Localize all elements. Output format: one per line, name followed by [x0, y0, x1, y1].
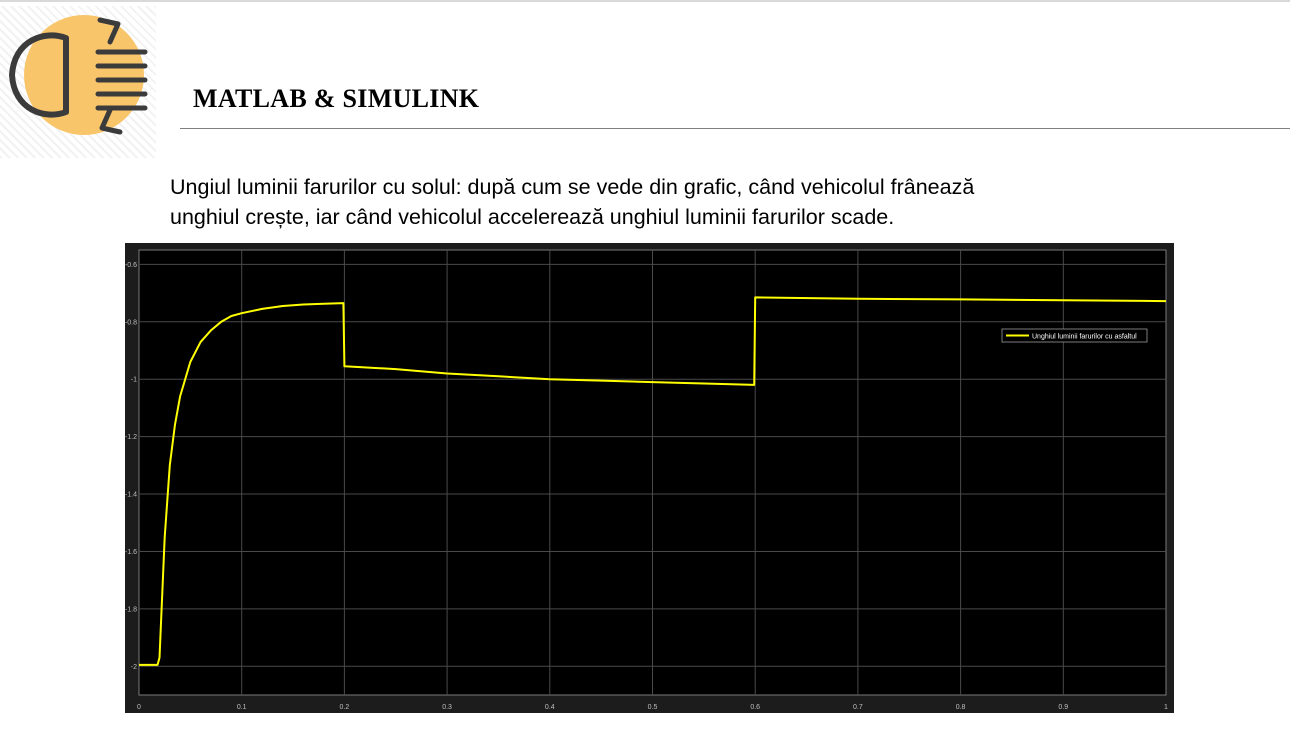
logo — [0, 6, 156, 158]
x-tick-label: 0.1 — [237, 704, 247, 711]
y-tick-label: -1.4 — [125, 492, 137, 499]
x-tick-label: 0.6 — [750, 704, 760, 711]
description-line-2: unghiul crește, iar când vehicolul accel… — [170, 205, 895, 229]
y-tick-label: -1.2 — [125, 434, 137, 441]
line-chart: 0 0.1 0.2 0.3 0.4 0.5 0.6 0.7 0.8 0.9 1 -0.6 -0.8 -1 -… — [125, 249, 1168, 711]
logo-circle — [24, 15, 144, 135]
description-text: Ungiul luminii farurilor cu solul: după … — [170, 172, 1170, 232]
top-border — [0, 0, 1290, 2]
legend-label: Unghiul luminii farurilor cu asfaltul — [1032, 334, 1137, 341]
x-tick-label: 1 — [1164, 704, 1168, 711]
x-tick-label: 0.8 — [956, 704, 966, 711]
x-tick-label: 0 — [137, 704, 141, 711]
x-tick-label: 0.3 — [442, 704, 452, 711]
description-line-1: Ungiul luminii farurilor cu solul: după … — [170, 175, 975, 199]
scope-window: 0 0.1 0.2 0.3 0.4 0.5 0.6 0.7 0.8 0.9 1 -0.6 -0.8 -1 -… — [125, 243, 1174, 713]
x-tick-label: 0.5 — [648, 704, 658, 711]
y-tick-label: -2 — [131, 664, 137, 671]
y-tick-label: -1.6 — [125, 549, 137, 556]
y-tick-label: -0.8 — [125, 319, 137, 326]
x-tick-label: 0.2 — [340, 704, 350, 711]
y-tick-label: -1.8 — [125, 606, 137, 613]
y-tick-label: -1 — [131, 377, 137, 384]
legend: Unghiul luminii farurilor cu asfaltul — [1001, 328, 1148, 343]
header-divider — [180, 128, 1290, 129]
x-tick-label: 0.9 — [1058, 704, 1068, 711]
x-tick-label: 0.7 — [853, 704, 863, 711]
page-title: MATLAB & SIMULINK — [193, 84, 480, 113]
x-tick-label: 0.4 — [545, 704, 555, 711]
headlight-beam-icon — [9, 15, 148, 135]
y-tick-label: -0.6 — [125, 262, 137, 269]
